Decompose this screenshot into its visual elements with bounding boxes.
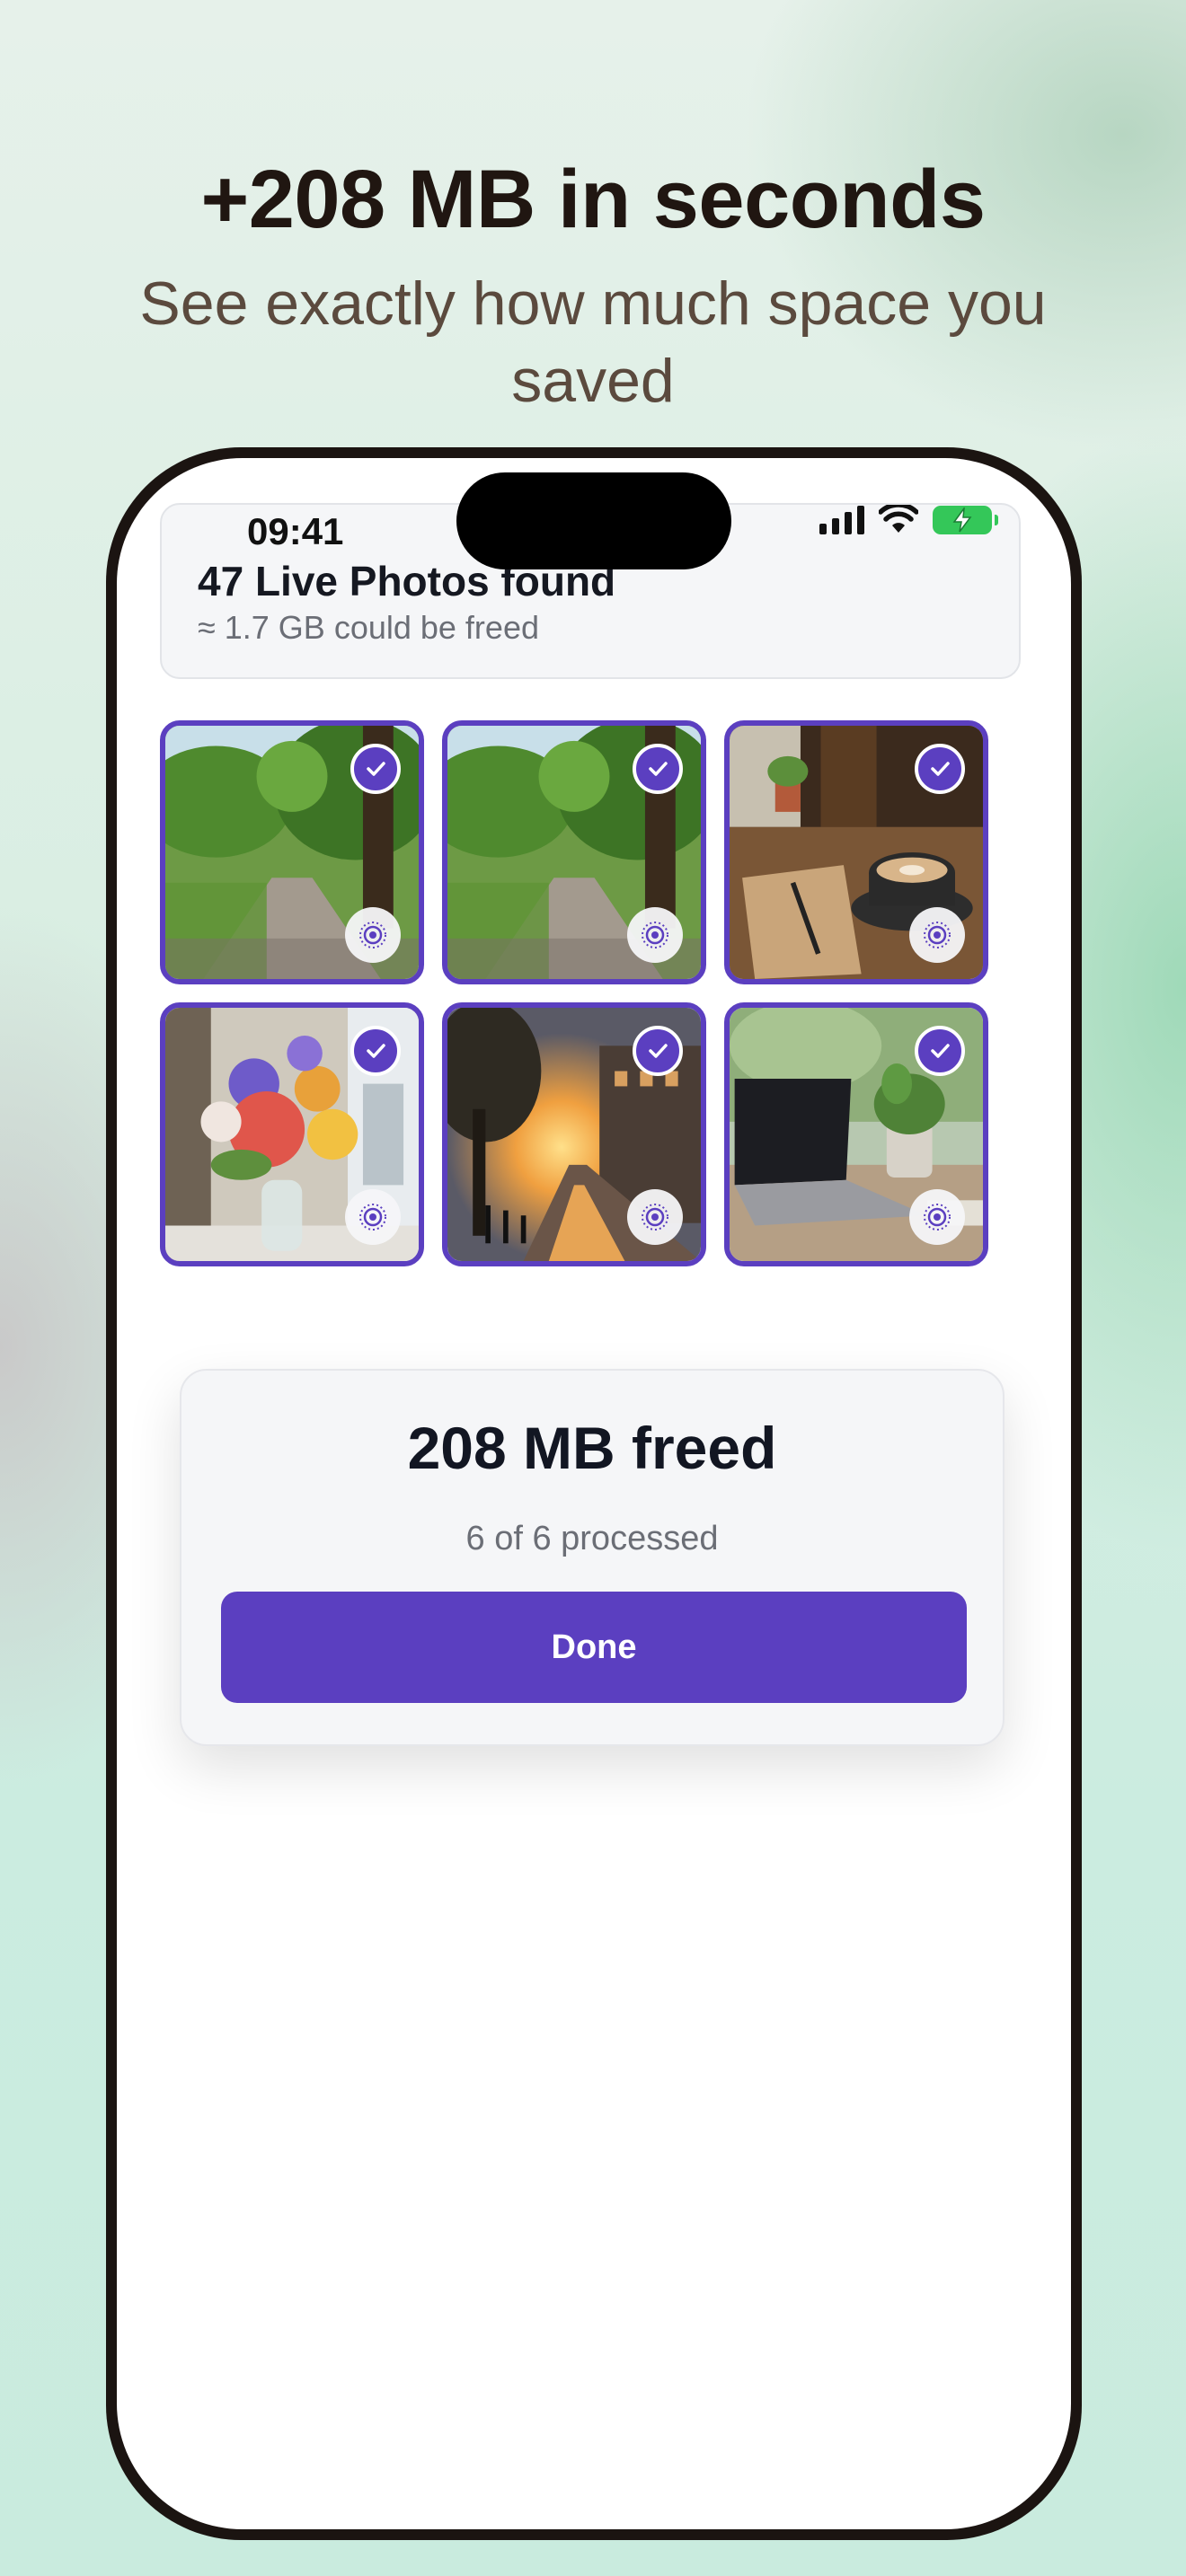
- live-photo-icon: [909, 1189, 965, 1245]
- promo-subline: See exactly how much space you saved: [139, 269, 1047, 415]
- photo-tile[interactable]: [724, 1002, 988, 1266]
- result-card: 208 MB freed 6 of 6 processed Done: [180, 1369, 1005, 1746]
- summary-subtitle: ≈ 1.7 GB could be freed: [198, 609, 539, 646]
- photo-tile[interactable]: [442, 720, 706, 984]
- freed-amount: 208 MB freed: [407, 1415, 777, 1481]
- dynamic-island: [456, 472, 731, 569]
- selected-check-icon[interactable]: [633, 1026, 683, 1076]
- wifi-icon: [879, 505, 918, 533]
- signal-icon: [819, 506, 864, 534]
- selected-check-icon[interactable]: [350, 1026, 401, 1076]
- selected-check-icon[interactable]: [915, 1026, 965, 1076]
- selected-check-icon[interactable]: [350, 744, 401, 794]
- photo-tile[interactable]: [160, 720, 424, 984]
- status-time: 09:41: [247, 510, 344, 552]
- live-photo-icon: [909, 907, 965, 963]
- promo-headline: +208 MB in seconds: [200, 154, 987, 245]
- battery-charging-icon: [933, 506, 998, 534]
- photo-tile[interactable]: [442, 1002, 706, 1266]
- status-icons: [819, 505, 998, 535]
- phone-screen: 09:41 47 Live Photos found ≈ 1.7 GB coul…: [117, 458, 1071, 2529]
- selected-check-icon[interactable]: [633, 744, 683, 794]
- photo-tile[interactable]: [160, 1002, 424, 1266]
- live-photo-icon: [345, 1189, 401, 1245]
- processed-count: 6 of 6 processed: [465, 1520, 719, 1557]
- live-photo-icon: [345, 907, 401, 963]
- live-photo-icon: [627, 907, 683, 963]
- live-photo-icon: [627, 1189, 683, 1245]
- done-button[interactable]: Done: [221, 1592, 967, 1703]
- phone-frame: 09:41 47 Live Photos found ≈ 1.7 GB coul…: [106, 447, 1082, 2540]
- selected-check-icon[interactable]: [915, 744, 965, 794]
- photo-tile[interactable]: [724, 720, 988, 984]
